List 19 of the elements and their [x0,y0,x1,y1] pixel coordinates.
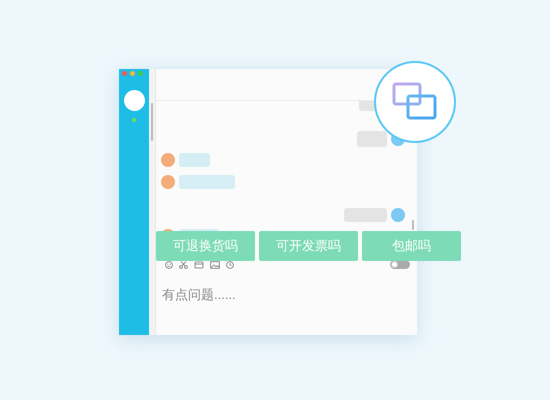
window-icon[interactable] [194,260,204,268]
overlapping-squares-icon [392,82,438,122]
scrollbar[interactable] [412,220,414,230]
smiley-icon[interactable] [165,260,173,268]
outgoing-bubble [357,131,387,147]
scissors-icon[interactable] [179,260,188,268]
message-input[interactable]: 有点问题...... [162,285,362,304]
close-button[interactable] [122,71,127,76]
quick-reply-button[interactable]: 包邮吗 [362,231,461,261]
incoming-bubble [179,153,210,167]
quick-reply-button[interactable]: 可退换货吗 [156,231,255,261]
incoming-bubble [179,175,235,189]
minimize-button[interactable] [130,71,135,76]
image-icon[interactable] [210,260,220,268]
quick-reply-button[interactable]: 可开发票吗 [259,231,358,261]
clock-icon[interactable] [226,260,234,268]
online-indicator [132,118,136,122]
avatar[interactable] [124,90,144,111]
scrollbar[interactable] [151,103,153,141]
